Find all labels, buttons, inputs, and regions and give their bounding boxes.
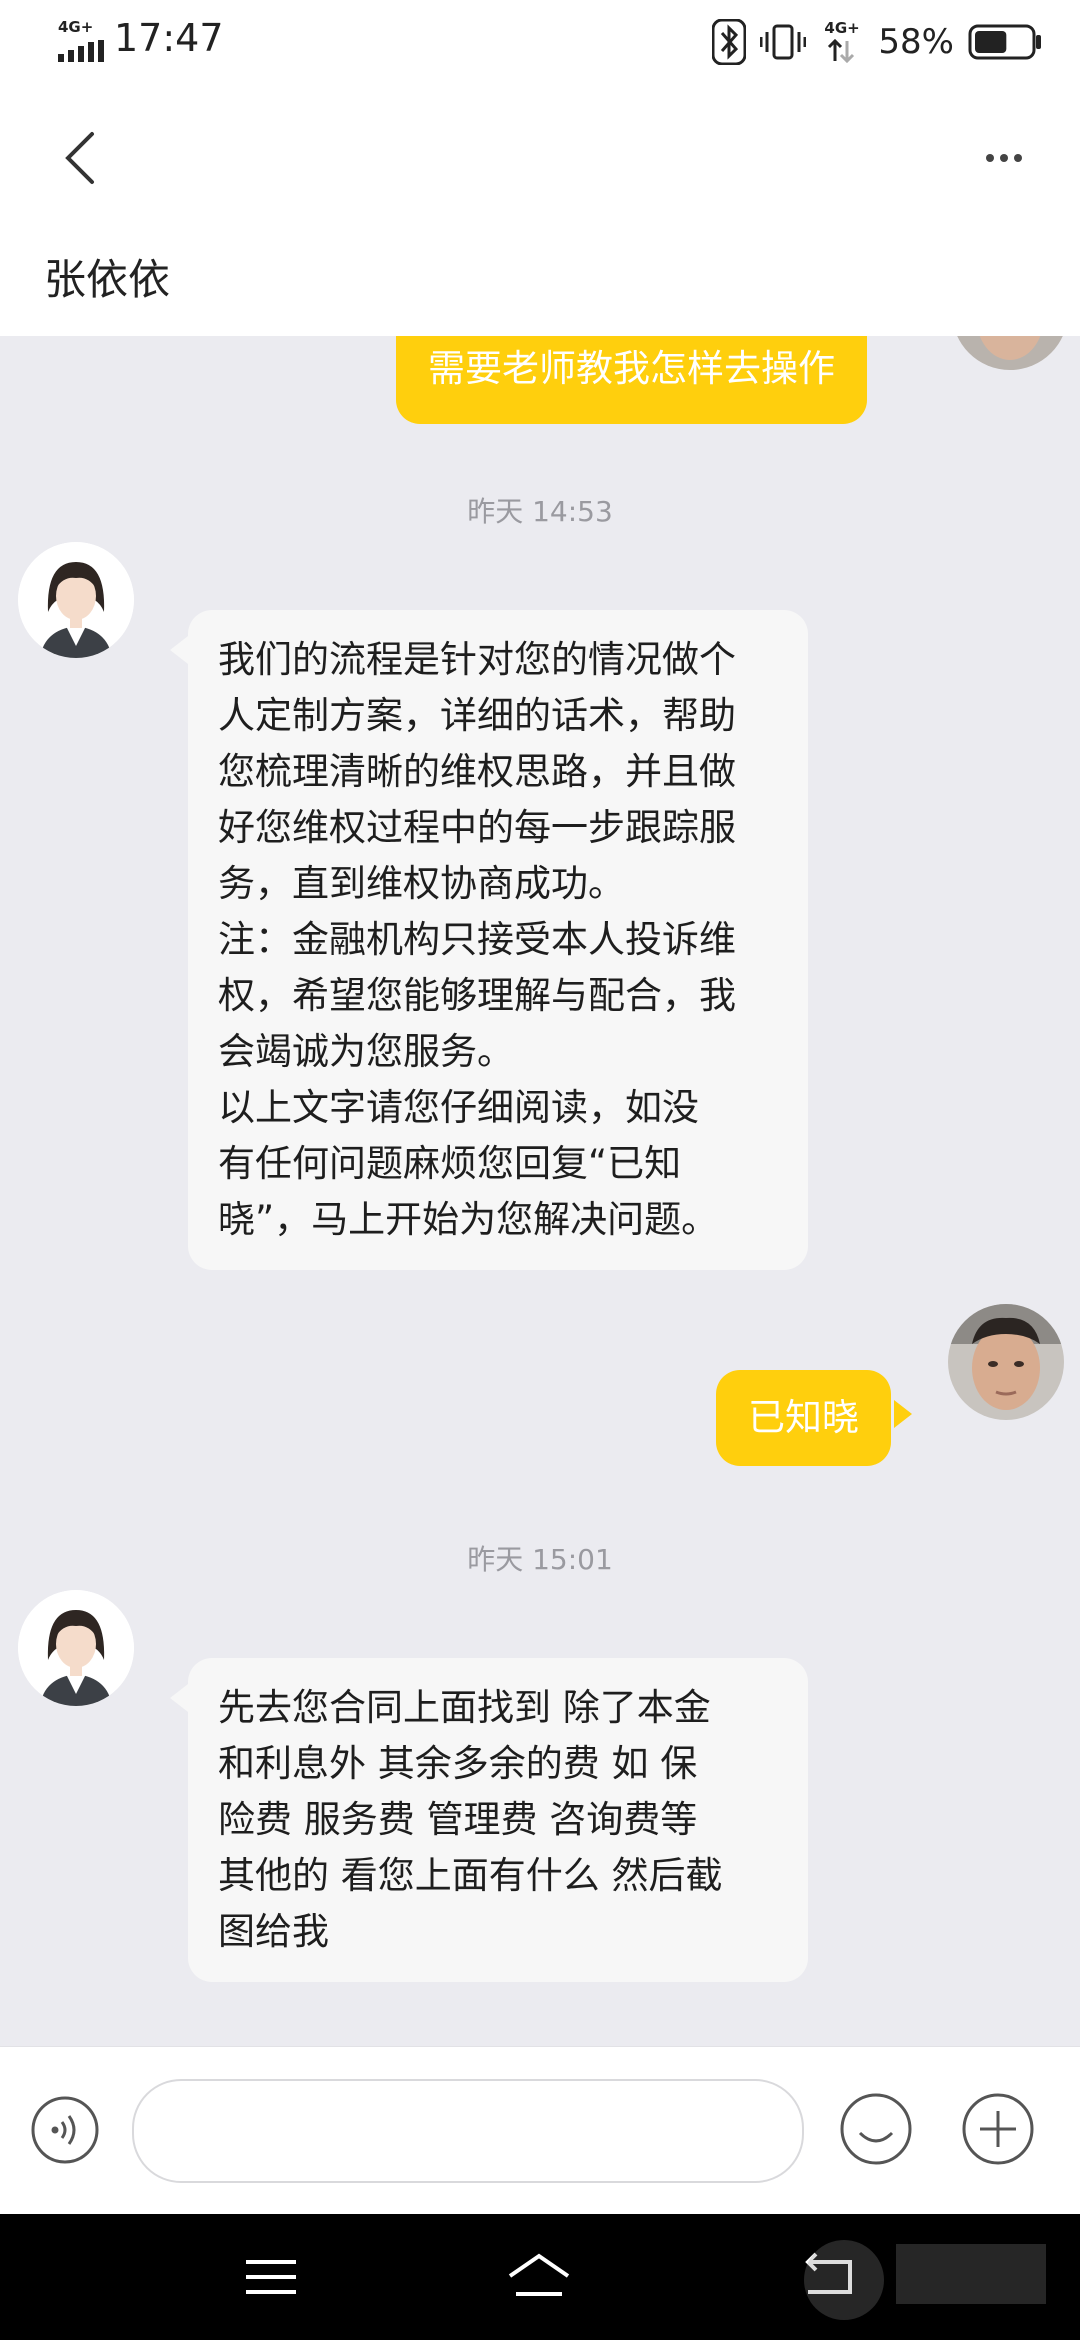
- message-line: 好您维权过程中的每一步跟踪服: [218, 806, 736, 849]
- more-button[interactable]: [964, 126, 1044, 190]
- data-arrows-icon: [828, 39, 855, 63]
- bubble-tail: [894, 1400, 912, 1428]
- menu-button[interactable]: [236, 2244, 306, 2310]
- battery-icon: [968, 24, 1041, 60]
- message-input[interactable]: [132, 2079, 804, 2183]
- watermark-logo: [804, 2240, 1046, 2320]
- agent-avatar[interactable]: [18, 1590, 134, 1706]
- chevron-left-icon: [65, 132, 94, 184]
- voice-button[interactable]: [30, 2095, 100, 2165]
- message-line: 我们的流程是针对您的情况做个: [218, 638, 736, 681]
- message-line: 有任何问题麻烦您回复“已知: [218, 1142, 682, 1185]
- my-message-bubble[interactable]: 已知晓: [716, 1370, 891, 1466]
- status-right: 4G+ 58%: [712, 14, 1042, 70]
- message-line: 先去您合同上面找到 除了本金: [218, 1686, 711, 1729]
- message-timestamp: 昨天 15:01: [467, 1543, 613, 1576]
- message-line: 注：金融机构只接受本人投诉维: [218, 918, 736, 961]
- battery-percent: 58%: [878, 22, 954, 62]
- message-line: 会竭诚为您服务。: [218, 1030, 514, 1073]
- agent-avatar-icon: [18, 1590, 134, 1706]
- agent-message-bubble[interactable]: 先去您合同上面找到 除了本金 和利息外 其余多余的费 如 保 险费 服务费 管理…: [188, 1658, 808, 1982]
- contact-name: 张依依: [44, 255, 171, 304]
- plus-icon: [962, 2093, 1034, 2165]
- home-button[interactable]: [504, 2244, 574, 2310]
- status-bar: 4G+ 17:47 4G+ 58%: [0, 0, 1080, 86]
- message-line: 其他的 看您上面有什么 然后截: [218, 1854, 723, 1897]
- menu-icon: [246, 2260, 296, 2294]
- more-horizontal-icon: [986, 154, 1022, 162]
- signal-indicator: 4G+: [58, 18, 106, 62]
- network-type: 4G+: [58, 18, 94, 36]
- network-type-2: 4G+: [824, 19, 860, 37]
- message-line: 人定制方案，详细的话术，帮助: [218, 694, 736, 737]
- my-avatar[interactable]: [952, 336, 1068, 370]
- chat-area[interactable]: 需要老师教我怎样去操作 昨天 14:53 我们的流程是针对您的情况做个 人定制方…: [0, 336, 1080, 2046]
- message-line: 以上文字请您仔细阅读，如没: [218, 1086, 699, 1129]
- message-line: 险费 服务费 管理费 咨询费等: [218, 1798, 698, 1841]
- bubble-tail: [170, 1684, 188, 1712]
- plus-button[interactable]: [960, 2091, 1036, 2167]
- network-indicator-2: 4G+: [820, 19, 864, 65]
- emoji-button[interactable]: [838, 2091, 914, 2167]
- message-line: 您梳理清晰的维权思路，并且做: [218, 750, 736, 793]
- input-bar: [0, 2046, 1080, 2215]
- agent-avatar-icon: [18, 542, 134, 658]
- home-icon: [508, 2253, 570, 2296]
- message-line: 权，希望您能够理解与配合，我: [218, 974, 736, 1017]
- message-line: 图给我: [218, 1910, 329, 1953]
- voice-icon: [31, 2096, 99, 2164]
- message-text: 已知晓: [748, 1396, 859, 1439]
- message-text: 需要老师教我怎样去操作: [428, 347, 835, 390]
- status-time: 17:47: [114, 16, 224, 60]
- back-button[interactable]: [52, 118, 108, 198]
- vibrate-icon: [760, 24, 807, 60]
- message-timestamp: 昨天 14:53: [467, 495, 613, 528]
- system-navigation-bar: [0, 2214, 1080, 2340]
- avatar-photo: [948, 1304, 1064, 1420]
- my-message-bubble[interactable]: 需要老师教我怎样去操作: [396, 336, 867, 424]
- my-avatar[interactable]: [948, 1304, 1064, 1420]
- avatar-photo: [952, 336, 1068, 370]
- message-line: 务，直到维权协商成功。: [218, 862, 625, 905]
- agent-message-bubble[interactable]: 我们的流程是针对您的情况做个 人定制方案，详细的话术，帮助 您梳理清晰的维权思路…: [188, 610, 808, 1270]
- message-line: 晓”，马上开始为您解决问题。: [218, 1198, 719, 1241]
- bubble-tail: [170, 636, 188, 664]
- emoji-icon: [840, 2093, 912, 2165]
- bluetooth-icon: [712, 19, 747, 65]
- signal-icon: [58, 40, 104, 62]
- message-line: 和利息外 其余多余的费 如 保: [218, 1742, 698, 1785]
- chat-header: 张依依: [0, 86, 1080, 336]
- agent-avatar[interactable]: [18, 542, 134, 658]
